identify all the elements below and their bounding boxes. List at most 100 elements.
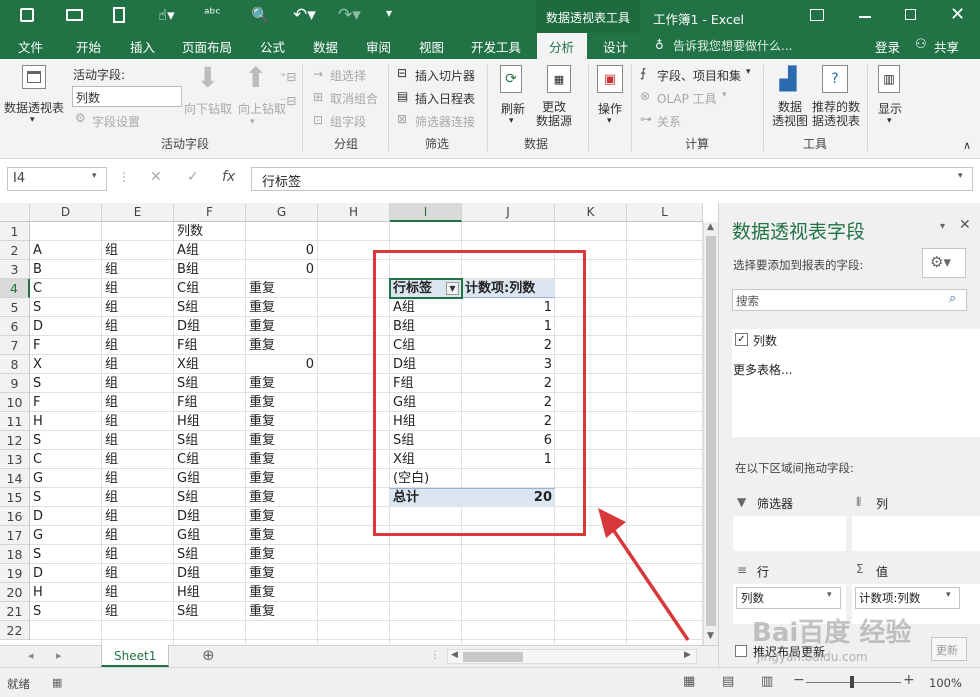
- row-header-13[interactable]: 13: [0, 450, 30, 469]
- expand-field-icon[interactable]: ⁺⊟: [280, 70, 296, 84]
- enter-icon[interactable]: ✓: [187, 169, 199, 185]
- cell-f5[interactable]: S组: [174, 298, 246, 317]
- insert-slicer-button[interactable]: 插入切片器: [415, 67, 475, 84]
- relationships-button[interactable]: 关系: [657, 113, 681, 130]
- cell-d19[interactable]: D: [30, 564, 102, 583]
- cell-e5[interactable]: 组: [102, 298, 174, 317]
- row-header-20[interactable]: 20: [0, 583, 30, 602]
- show-dropdown-icon[interactable]: ▾: [887, 116, 892, 126]
- column-header-l[interactable]: L: [627, 203, 703, 222]
- scroll-left-icon[interactable]: ◀: [451, 650, 458, 660]
- tab-insert[interactable]: 插入: [130, 37, 155, 56]
- columns-drop-zone[interactable]: [852, 516, 980, 551]
- row-header-12[interactable]: 12: [0, 431, 30, 450]
- refresh-button[interactable]: 刷新: [501, 100, 525, 117]
- tab-developer[interactable]: 开发工具: [471, 37, 521, 56]
- cell-e15[interactable]: 组: [102, 488, 174, 507]
- cell-g7[interactable]: 重复: [246, 336, 318, 355]
- cell-f9[interactable]: S组: [174, 374, 246, 393]
- minimize-icon[interactable]: [859, 16, 871, 18]
- cell-f1[interactable]: 列数: [174, 222, 246, 241]
- cell-e13[interactable]: 组: [102, 450, 174, 469]
- row-header-3[interactable]: 3: [0, 260, 30, 279]
- cell-f11[interactable]: H组: [174, 412, 246, 431]
- print-preview-icon[interactable]: 🔍: [251, 6, 270, 24]
- row-header-11[interactable]: 11: [0, 412, 30, 431]
- insert-timeline-button[interactable]: 插入日程表: [415, 90, 475, 107]
- page-break-view-icon[interactable]: ▥: [761, 674, 773, 689]
- cell-g18[interactable]: 重复: [246, 545, 318, 564]
- cell-e14[interactable]: 组: [102, 469, 174, 488]
- group-field-button[interactable]: 组字段: [330, 113, 366, 130]
- recommended-pivot-button[interactable]: 推荐的数 据透视表: [812, 100, 860, 128]
- cell-d11[interactable]: H: [30, 412, 102, 431]
- row-header-21[interactable]: 21: [0, 602, 30, 621]
- refresh-dropdown-icon[interactable]: ▾: [509, 116, 514, 126]
- cell-g4[interactable]: 重复: [246, 279, 318, 298]
- cell-d9[interactable]: S: [30, 374, 102, 393]
- pivotchart-button[interactable]: 数据 透视图: [772, 100, 808, 128]
- pane-close-icon[interactable]: ✕: [959, 217, 971, 233]
- cell-f2[interactable]: A组: [174, 241, 246, 260]
- row-header-9[interactable]: 9: [0, 374, 30, 393]
- change-source-button[interactable]: 更改 数据源: [536, 100, 572, 128]
- collapse-field-icon[interactable]: ⁻⊟: [280, 94, 296, 108]
- save-icon[interactable]: [20, 8, 34, 22]
- cell-g20[interactable]: 重复: [246, 583, 318, 602]
- open-folder-icon[interactable]: [66, 9, 83, 21]
- fields-items-dropdown-icon[interactable]: ▾: [746, 67, 751, 77]
- cell-e10[interactable]: 组: [102, 393, 174, 412]
- cell-f16[interactable]: D组: [174, 507, 246, 526]
- fields-items-sets-button[interactable]: 字段、项目和集: [657, 67, 741, 84]
- name-box-dropdown-icon[interactable]: ▾: [92, 171, 97, 181]
- cell-d12[interactable]: S: [30, 431, 102, 450]
- cell-d13[interactable]: C: [30, 450, 102, 469]
- cell-e17[interactable]: 组: [102, 526, 174, 545]
- cell-f10[interactable]: F组: [174, 393, 246, 412]
- macro-record-icon[interactable]: ▦: [52, 676, 62, 689]
- filter-connections-button[interactable]: 筛选器连接: [415, 113, 475, 130]
- tab-page-layout[interactable]: 页面布局: [182, 37, 232, 56]
- row-header-10[interactable]: 10: [0, 393, 30, 412]
- tab-split-icon[interactable]: ⋮: [430, 650, 440, 661]
- cell-g16[interactable]: 重复: [246, 507, 318, 526]
- cell-d8[interactable]: X: [30, 355, 102, 374]
- cell-d10[interactable]: F: [30, 393, 102, 412]
- cell-g8[interactable]: 0: [246, 355, 318, 374]
- zoom-out-icon[interactable]: −: [793, 672, 805, 688]
- row-header-2[interactable]: 2: [0, 241, 30, 260]
- cell-d17[interactable]: G: [30, 526, 102, 545]
- row-header-22[interactable]: 22: [0, 621, 30, 640]
- cell-g2[interactable]: 0: [246, 241, 318, 260]
- field-checkbox-checked-icon[interactable]: ✓: [735, 333, 748, 346]
- maximize-icon[interactable]: [905, 9, 916, 20]
- spelling-icon[interactable]: ᵃᵇᶜ: [204, 6, 221, 22]
- cell-f13[interactable]: C组: [174, 450, 246, 469]
- cell-d20[interactable]: H: [30, 583, 102, 602]
- column-header-g[interactable]: G: [246, 203, 318, 222]
- actions-button[interactable]: 操作: [598, 100, 622, 117]
- login-link[interactable]: 登录: [875, 37, 900, 56]
- drill-up-button[interactable]: 向上钻取: [238, 100, 286, 117]
- undo-icon[interactable]: ↶▾: [293, 5, 316, 25]
- cell-f4[interactable]: C组: [174, 279, 246, 298]
- vertical-scroll-thumb[interactable]: [706, 236, 716, 626]
- cell-d2[interactable]: A: [30, 241, 102, 260]
- formula-input[interactable]: [251, 167, 973, 191]
- cell-e18[interactable]: 组: [102, 545, 174, 564]
- cell-d18[interactable]: S: [30, 545, 102, 564]
- cell-f21[interactable]: S组: [174, 602, 246, 621]
- collapse-ribbon-icon[interactable]: ∧: [963, 139, 971, 152]
- tab-review[interactable]: 审阅: [366, 37, 391, 56]
- next-sheet-icon[interactable]: ▸: [56, 649, 62, 662]
- normal-view-icon[interactable]: ▦: [683, 674, 695, 689]
- cell-e11[interactable]: 组: [102, 412, 174, 431]
- cell-e9[interactable]: 组: [102, 374, 174, 393]
- redo-icon[interactable]: ↷▾: [338, 5, 361, 25]
- cell-f17[interactable]: G组: [174, 526, 246, 545]
- cell-e7[interactable]: 组: [102, 336, 174, 355]
- row-header-8[interactable]: 8: [0, 355, 30, 374]
- cell-g10[interactable]: 重复: [246, 393, 318, 412]
- cell-d16[interactable]: D: [30, 507, 102, 526]
- defer-update-checkbox[interactable]: [735, 645, 747, 657]
